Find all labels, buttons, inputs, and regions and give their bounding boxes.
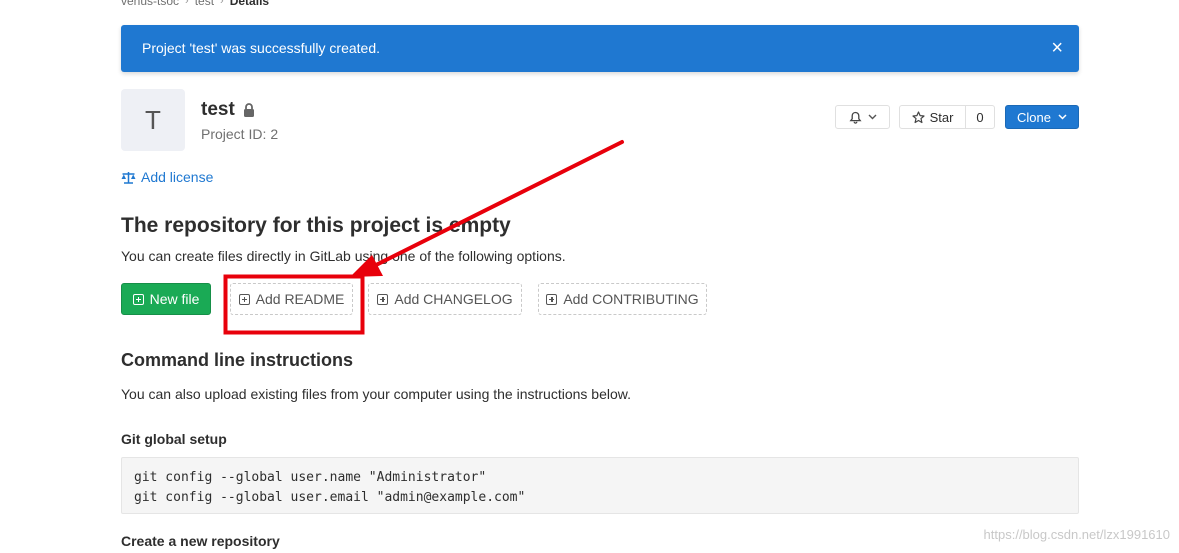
star-icon [911, 110, 925, 123]
project-id: Project ID: 2 [201, 126, 278, 142]
flash-notice: Project 'test' was successfully created.… [121, 25, 1079, 72]
project-name: test [201, 99, 235, 120]
new-file-label: New file [149, 291, 200, 307]
breadcrumb-separator-icon: › [220, 0, 224, 7]
breadcrumb-project[interactable]: test [195, 0, 214, 8]
git-global-setup-code[interactable]: git config --global user.name "Administr… [121, 457, 1079, 514]
star-count[interactable]: 0 [965, 105, 995, 129]
scale-icon [121, 171, 136, 184]
chevron-down-icon [868, 114, 876, 120]
create-repo-title: Create a new repository [121, 533, 280, 549]
plus-square-icon [238, 293, 250, 305]
plus-square-icon [546, 293, 558, 305]
cli-description: You can also upload existing files from … [121, 386, 631, 402]
bell-icon [848, 111, 862, 124]
breadcrumb-group[interactable]: venus-tsoc [121, 0, 179, 8]
add-contributing-label: Add CONTRIBUTING [563, 291, 699, 307]
plus-square-icon [377, 293, 389, 305]
watermark: https://blog.csdn.net/lzx1991610 [983, 527, 1170, 542]
empty-repo-title: The repository for this project is empty [121, 214, 511, 237]
code-line: git config --global user.name "Administr… [134, 470, 487, 485]
avatar-letter: T [145, 104, 161, 135]
project-avatar: T [121, 89, 185, 151]
breadcrumb-separator-icon: › [185, 0, 189, 7]
notification-dropdown-button[interactable] [835, 105, 890, 129]
add-license-label: Add license [141, 169, 214, 185]
add-readme-label: Add README [255, 291, 345, 307]
cli-title: Command line instructions [121, 350, 354, 370]
add-readme-button[interactable]: Add README [230, 283, 353, 315]
clone-label: Clone [1017, 109, 1051, 125]
code-line: git config --global user.email "admin@ex… [134, 490, 526, 505]
star-label: Star [929, 109, 954, 125]
close-icon[interactable]: × [1051, 36, 1063, 60]
add-contributing-button[interactable]: Add CONTRIBUTING [538, 283, 707, 315]
breadcrumb: venus-tsoc › test › Details [121, 0, 269, 8]
lock-icon [243, 103, 254, 117]
new-file-button[interactable]: New file [121, 283, 211, 315]
flash-message: Project 'test' was successfully created. [142, 40, 380, 56]
add-license-link[interactable]: Add license [121, 169, 213, 185]
add-changelog-label: Add CHANGELOG [394, 291, 513, 307]
chevron-down-icon [1058, 114, 1067, 120]
project-title: test [201, 99, 255, 121]
empty-repo-description: You can create files directly in GitLab … [121, 248, 566, 264]
git-global-setup-title: Git global setup [121, 431, 227, 447]
star-button[interactable]: Star [899, 105, 966, 129]
breadcrumb-current[interactable]: Details [230, 0, 269, 8]
project-id-label: Project ID: [201, 126, 267, 142]
project-id-value: 2 [270, 126, 279, 142]
clone-button[interactable]: Clone [1005, 105, 1079, 129]
plus-square-icon [132, 293, 144, 305]
add-changelog-button[interactable]: Add CHANGELOG [368, 283, 522, 315]
